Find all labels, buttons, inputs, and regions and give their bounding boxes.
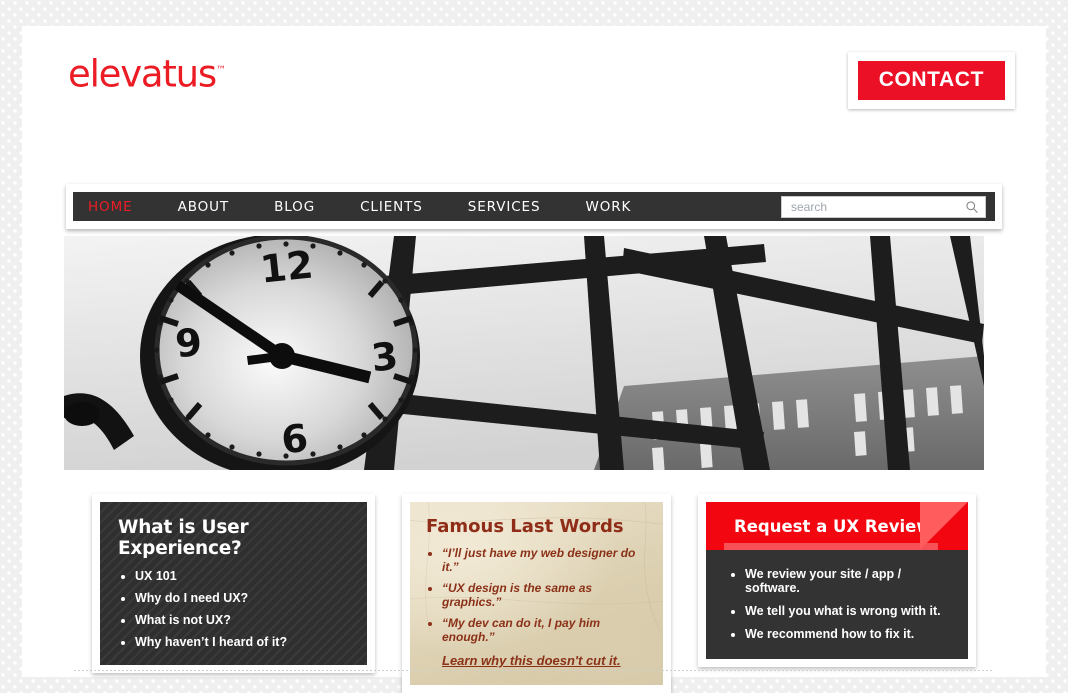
contact-button[interactable]: CONTACT (857, 61, 1005, 100)
trademark-icon: ™ (216, 65, 227, 76)
card-request-a-ux-review-title: Request a UX Review (734, 516, 932, 536)
search-input[interactable] (791, 199, 965, 214)
card-famous-last-words-title: Famous Last Words (426, 516, 624, 537)
svg-text:3: 3 (369, 334, 400, 381)
list-item: We recommend how to fix it. (728, 627, 956, 641)
card-request-a-ux-review-banner: Request a UX Review (706, 502, 968, 550)
card-request-a-ux-review[interactable]: Request a UX Review We review your site … (698, 494, 976, 667)
list-item: Why do I need UX? (118, 591, 353, 605)
list-item: Why haven’t I heard of it? (118, 635, 353, 649)
card-what-is-user-experience-title: What is User Experience? (118, 517, 249, 559)
nav-item-blog[interactable]: BLOG (274, 199, 315, 215)
nav-item-about[interactable]: ABOUT (178, 199, 230, 215)
nav-item-services[interactable]: SERVICES (468, 199, 541, 215)
footer-divider (74, 670, 994, 671)
contact-button-frame: CONTACT (847, 52, 1015, 109)
feature-cards: What is User Experience? UX 101 Why do I… (92, 494, 976, 693)
list-item: UX 101 (118, 569, 353, 583)
site-header: elevatus™ CONTACT (22, 26, 1046, 174)
card-what-is-user-experience[interactable]: What is User Experience? UX 101 Why do I… (92, 494, 375, 673)
nav-item-clients[interactable]: CLIENTS (360, 199, 423, 215)
search-icon[interactable] (965, 200, 979, 214)
site-logo[interactable]: elevatus™ (68, 52, 226, 92)
list-item: What is not UX? (118, 613, 353, 627)
card-famous-last-words-list: “I’ll just have my web designer do it.” … (426, 546, 649, 644)
nav-item-home[interactable]: HOME (88, 199, 133, 215)
svg-text:6: 6 (279, 416, 310, 463)
list-item: We tell you what is wrong with it. (728, 604, 956, 618)
page-content-panel: elevatus™ CONTACT HOME ABOUT BLOG CLIENT… (22, 26, 1046, 693)
hero-illustration: 12 3 6 9 (64, 236, 984, 470)
list-item: We review your site / app / software. (728, 567, 956, 595)
primary-navigation-frame: HOME ABOUT BLOG CLIENTS SERVICES WORK (66, 184, 1002, 229)
banner-underglow (724, 543, 938, 550)
card-what-is-user-experience-list: UX 101 Why do I need UX? What is not UX?… (118, 569, 353, 649)
search-box (781, 195, 986, 218)
list-item: “UX design is the same as graphics.” (426, 581, 649, 609)
hero-image: 12 3 6 9 (64, 236, 984, 470)
learn-why-link[interactable]: Learn why this doesn't cut it. (442, 653, 621, 668)
card-what-is-user-experience-body: What is User Experience? UX 101 Why do I… (100, 502, 367, 665)
list-item: “I’ll just have my web designer do it.” (426, 546, 649, 574)
site-logo-text: elevatus (68, 52, 217, 96)
card-famous-last-words-body: Famous Last Words “I’ll just have my web… (410, 502, 663, 685)
nav-item-work[interactable]: WORK (585, 199, 631, 215)
card-famous-last-words[interactable]: Famous Last Words “I’ll just have my web… (402, 494, 671, 693)
svg-text:12: 12 (258, 242, 315, 291)
banner-arrow-icon (920, 502, 968, 550)
primary-navigation: HOME ABOUT BLOG CLIENTS SERVICES WORK (73, 192, 995, 221)
list-item: “My dev can do it, I pay him enough.” (426, 616, 649, 644)
card-request-a-ux-review-list: We review your site / app / software. We… (728, 567, 956, 641)
svg-text:9: 9 (173, 320, 204, 367)
card-request-a-ux-review-body: We review your site / app / software. We… (706, 550, 968, 659)
